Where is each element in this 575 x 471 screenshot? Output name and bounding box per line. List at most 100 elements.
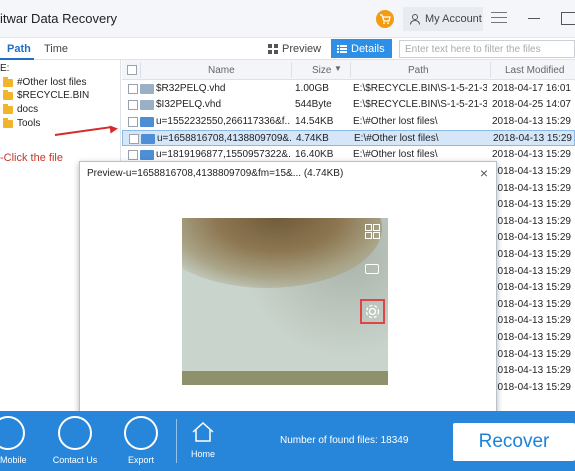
account-label: My Account (425, 13, 482, 25)
cart-icon[interactable] (376, 10, 394, 28)
minimize-icon[interactable] (528, 18, 540, 19)
found-files-count: 18349 (380, 435, 409, 446)
tree-root[interactable]: E: (0, 63, 9, 74)
cell-modified: 2018-04-13 15:29 (492, 232, 571, 244)
cell-path: E:\#Other lost files\ (353, 149, 438, 160)
cell-name: $I32PELQ.vhd (156, 99, 222, 110)
table-row[interactable]: $I32PELQ.vhd 544Byte E:\$RECYCLE.BIN\S-1… (122, 97, 575, 113)
row-checkbox[interactable] (128, 150, 138, 160)
connect-icon (365, 264, 379, 274)
annotation-text: -Click the file (0, 152, 63, 164)
image-file-icon (140, 117, 154, 127)
cell-size: 14.54KB (295, 116, 334, 127)
details-label: Details (351, 42, 385, 55)
table-row[interactable]: $R32PELQ.vhd 1.00GB E:\$RECYCLE.BIN\S-1-… (122, 81, 575, 97)
user-icon (410, 14, 420, 25)
filter-input[interactable] (399, 40, 575, 58)
my-account-button[interactable]: My Account (403, 7, 483, 31)
column-size[interactable]: Size (312, 65, 331, 76)
cell-modified: 2018-04-13 15:29 (492, 332, 571, 343)
column-name[interactable]: Name (208, 65, 235, 76)
cell-modified: 2018-04-13 15:29 (492, 282, 571, 294)
folder-icon (3, 103, 13, 114)
cell-modified: 2018-04-13 15:29 (492, 365, 571, 377)
row-checkbox[interactable] (128, 100, 138, 110)
tree-item-recycle-bin[interactable]: $RECYCLE.BIN (3, 89, 89, 102)
cell-size: 4.74KB (296, 133, 329, 144)
disk-file-icon (140, 84, 154, 94)
image-file-icon (141, 134, 155, 144)
cell-modified: 2018-04-13 15:29 (492, 265, 571, 277)
preview-label: Preview (282, 43, 322, 55)
table-row[interactable]: u=1552232550,266117336&f... 14.54KB E:\#… (122, 114, 575, 130)
cell-modified: 2018-04-13 15:29 (492, 348, 571, 360)
mobile-icon (0, 416, 25, 450)
file-list-header: Name Size ▼ Path Last Modified (122, 60, 575, 80)
tree-item-other-lost-files[interactable]: #Other lost files (3, 76, 86, 89)
cell-modified: 2018-04-13 15:29 (493, 133, 572, 144)
cell-path: E:\#Other lost files\ (353, 116, 438, 127)
tree-item-tools[interactable]: Tools (3, 117, 40, 130)
title-bar: itwar Data Recovery My Account (0, 0, 575, 38)
preview-image (182, 218, 388, 385)
folder-icon (3, 89, 13, 100)
menu-icon[interactable] (491, 12, 507, 24)
tree-item-docs[interactable]: docs (3, 103, 38, 116)
highlighted-gear-icon (360, 299, 385, 324)
cell-path: E:\$RECYCLE.BIN\S-1-5-21-388... (353, 99, 487, 110)
cell-modified: 2018-04-13 15:29 (492, 381, 571, 393)
column-path[interactable]: Path (408, 65, 429, 76)
cell-modified: 2018-04-25 14:07 (492, 99, 571, 110)
mobile-button[interactable]: or Mobile (0, 411, 38, 471)
maximize-icon[interactable] (561, 12, 575, 25)
cell-modified: 2018-04-13 15:29 (492, 315, 571, 327)
preview-view-button[interactable]: Preview (268, 41, 321, 57)
annotation-arrow-head (109, 124, 119, 134)
app-title: itwar Data Recovery (0, 11, 118, 26)
folder-icon (3, 117, 13, 128)
contact-icon (58, 416, 92, 450)
grid-icon (268, 44, 278, 54)
cell-modified: 2018-04-13 15:29 (492, 182, 571, 194)
cell-modified: 2018-04-13 15:29 (492, 298, 571, 310)
bottom-action-bar: or Mobile Contact Us Export Home Number … (0, 411, 575, 471)
preview-dialog: Preview-u=1658816708,4138809709&fm=15&..… (79, 161, 497, 422)
cell-size: 16.40KB (295, 149, 334, 160)
disk-file-icon (140, 100, 154, 110)
cell-modified: 2018-04-13 15:29 (492, 249, 571, 260)
cell-name: $R32PELQ.vhd (156, 83, 226, 94)
cell-name: u=1658816708,4138809709&... (157, 133, 291, 144)
row-checkbox[interactable] (129, 134, 139, 144)
close-icon[interactable]: × (480, 165, 488, 181)
preview-title: Preview-u=1658816708,4138809709&fm=15&..… (87, 168, 344, 179)
image-file-icon (140, 150, 154, 160)
details-view-button[interactable]: Details (331, 39, 392, 58)
sort-down-icon: ▼ (334, 64, 342, 73)
cell-name: u=1819196877,1550957322&... (156, 149, 290, 160)
cell-name: u=1552232550,266117336&f... (156, 116, 290, 127)
contact-us-button[interactable]: Contact Us (45, 411, 105, 471)
list-icon (337, 44, 347, 53)
select-all-checkbox[interactable] (127, 65, 137, 75)
table-row-selected[interactable]: u=1658816708,4138809709&... 4.74KB E:\#O… (122, 130, 575, 146)
windows-icon (365, 224, 381, 240)
folder-icon (3, 76, 13, 87)
cell-modified: 2018-04-13 15:29 (492, 149, 571, 160)
cell-modified: 2018-04-17 16:01 (492, 83, 571, 94)
column-last-modified[interactable]: Last Modified (505, 65, 564, 76)
export-button[interactable]: Export (111, 411, 171, 471)
row-checkbox[interactable] (128, 84, 138, 94)
export-icon (124, 416, 158, 450)
tab-path[interactable]: Path (7, 43, 31, 55)
home-icon (192, 421, 214, 442)
row-checkbox[interactable] (128, 117, 138, 127)
cell-modified: 2018-04-13 15:29 (492, 116, 571, 127)
tab-time[interactable]: Time (44, 43, 68, 55)
home-button[interactable]: Home (173, 411, 233, 471)
cell-modified: 2018-04-13 15:29 (492, 215, 571, 227)
found-files-status: Number of found files: 18349 (280, 435, 409, 446)
cell-modified: 2018-04-13 15:29 (492, 166, 571, 177)
cell-path: E:\#Other lost files\ (354, 133, 439, 144)
view-toolbar: Path Time Preview Details (0, 38, 575, 60)
recover-button[interactable]: Recover (453, 423, 575, 461)
